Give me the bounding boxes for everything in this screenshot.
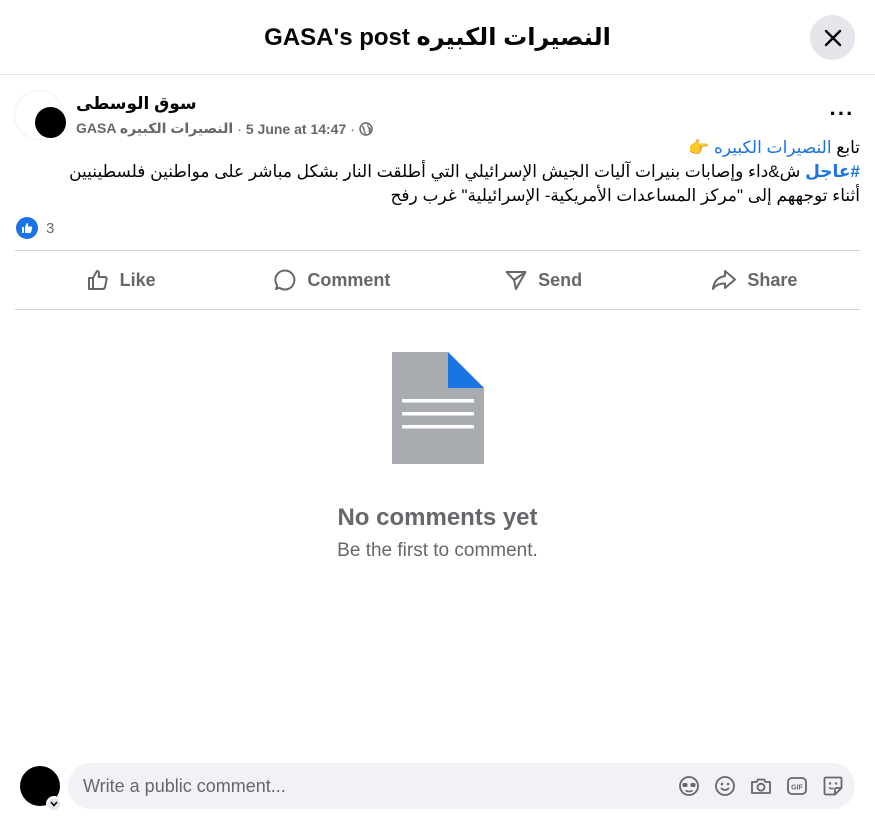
post-header: سوق الوسطى GASA النصيرات الكبيره · 5 Jun… <box>14 90 860 140</box>
action-bar: Like Comment Send Share <box>15 250 860 310</box>
pointing-emoji: 👉 <box>688 138 714 157</box>
share-button[interactable]: Share <box>649 251 860 309</box>
sticker-button[interactable] <box>821 774 845 798</box>
send-button[interactable]: Send <box>438 251 649 309</box>
like-button[interactable]: Like <box>15 251 226 309</box>
hashtag-link[interactable]: #عاجل <box>805 162 860 181</box>
follow-text: تابع <box>831 138 860 157</box>
gif-button[interactable]: GIF <box>785 774 809 798</box>
meta-separator: · <box>350 120 355 137</box>
meta-separator: · <box>237 120 242 137</box>
emoji-button[interactable] <box>713 774 737 798</box>
emoji-icon <box>715 776 735 796</box>
post-text-2: ش&داء وإصابات بنيرات آليات الجيش الإسرائ… <box>69 162 806 181</box>
chevron-down-icon[interactable] <box>46 796 62 812</box>
reactions-summary[interactable]: 3 <box>16 217 54 239</box>
comment-icon <box>274 269 296 291</box>
empty-subtitle: Be the first to comment. <box>337 540 538 561</box>
post-date[interactable]: 5 June at 14:47 <box>246 121 346 137</box>
svg-text:GIF: GIF <box>791 785 803 792</box>
dialog-header: GASA's post النصيرات الكبيره <box>0 0 875 75</box>
send-label: Send <box>538 269 583 290</box>
no-comments-state: No comments yet Be the first to comment. <box>0 352 875 562</box>
close-icon <box>824 29 841 46</box>
author-name[interactable]: سوق الوسطى <box>76 94 197 114</box>
camera-button[interactable] <box>749 774 773 798</box>
sticker-icon <box>823 776 843 796</box>
document-icon <box>391 352 484 464</box>
group-name[interactable]: GASA النصيرات الكبيره <box>76 120 233 137</box>
comment-composer: GIF <box>20 763 860 813</box>
dialog-title: GASA's post النصيرات الكبيره <box>264 23 611 51</box>
more-options-button[interactable]: ··· <box>824 101 860 126</box>
thumbs-up-icon <box>87 270 108 290</box>
post-meta: GASA النصيرات الكبيره · 5 June at 14:47 … <box>76 120 373 137</box>
comment-button[interactable]: Comment <box>226 251 437 309</box>
like-label: Like <box>119 269 156 290</box>
reaction-count: 3 <box>46 219 55 237</box>
avatar-sticker-button[interactable] <box>677 774 701 798</box>
like-reaction-icon <box>16 217 38 239</box>
avatar-sticker-icon <box>679 776 699 796</box>
comment-box: GIF <box>68 763 855 809</box>
post-body: تابع النصيرات الكبيره 👉 #عاجل ش&داء وإصا… <box>14 136 860 208</box>
post-line-3: أثناء توجههم إلى "مركز المساعدات الأمريك… <box>390 186 860 205</box>
gif-icon: GIF <box>787 777 807 795</box>
empty-title: No comments yet <box>337 504 538 531</box>
post-line-2: #عاجل ش&داء وإصابات بنيرات آليات الجيش ا… <box>14 160 860 184</box>
send-icon <box>505 271 527 290</box>
composer-tools: GIF <box>677 774 845 798</box>
author-avatar[interactable] <box>14 90 66 140</box>
comment-input[interactable] <box>83 775 677 797</box>
close-button[interactable] <box>810 15 855 60</box>
share-icon <box>712 270 737 290</box>
group-link[interactable]: النصيرات الكبيره <box>714 138 832 157</box>
comment-label: Comment <box>307 269 391 290</box>
share-label: Share <box>747 269 798 290</box>
globe-icon <box>359 121 373 136</box>
camera-icon <box>751 778 771 794</box>
post-line-1: تابع النصيرات الكبيره 👉 <box>14 136 860 160</box>
